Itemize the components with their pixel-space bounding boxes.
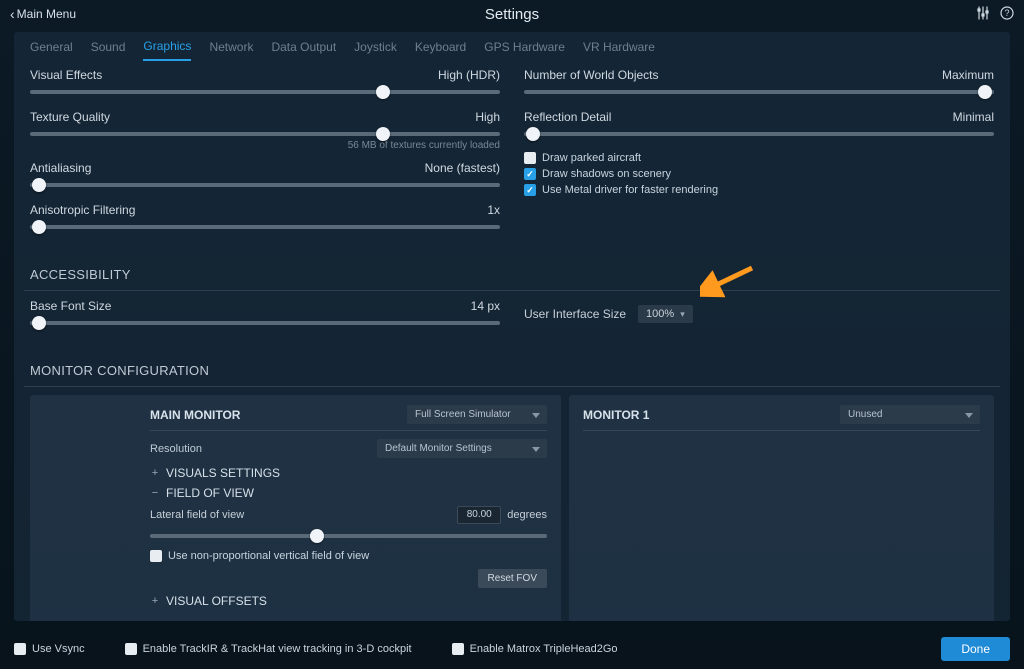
back-label: Main Menu [17,7,76,21]
accessibility-heading: ACCESSIBILITY [30,267,1000,282]
checkbox-icon [125,643,137,655]
reflection-value: Minimal [953,110,994,124]
ui-size-value: 100% [646,308,674,320]
settings-panel: General Sound Graphics Network Data Outp… [14,32,1010,621]
monitor-config-heading: MONITOR CONFIGURATION [30,363,1000,378]
done-button[interactable]: Done [941,637,1010,661]
page-title: Settings [485,6,539,23]
checkbox-icon [524,152,536,164]
reset-fov-button[interactable]: Reset FOV [478,569,547,588]
world-objects-value: Maximum [942,68,994,82]
draw-parked-check[interactable]: Draw parked aircraft [524,152,994,164]
vsync-label: Use Vsync [32,643,85,655]
ui-size-label: User Interface Size [524,307,626,321]
monitor-1-title: MONITOR 1 [583,408,649,422]
ui-size-dropdown[interactable]: 100% ▾ [638,305,693,323]
font-size-label: Base Font Size [30,299,111,313]
tab-graphics[interactable]: Graphics [143,33,191,61]
visual-effects-slider[interactable]: Visual Effects High (HDR) [30,68,500,100]
checkbox-icon [524,168,536,180]
font-size-slider[interactable]: Base Font Size 14 px [30,299,500,331]
trackir-check[interactable]: Enable TrackIR & TrackHat view tracking … [125,643,412,655]
nonprop-label: Use non-proportional vertical field of v… [168,550,369,562]
parked-label: Draw parked aircraft [542,152,641,164]
visuals-settings-expander[interactable]: + VISUALS SETTINGS [150,466,547,480]
nonprop-fov-check[interactable]: Use non-proportional vertical field of v… [150,550,547,562]
chevron-left-icon: ‹ [10,6,15,22]
settings-sliders-icon[interactable] [976,6,990,23]
resolution-label: Resolution [150,443,202,455]
tab-sound[interactable]: Sound [91,34,126,60]
svg-text:?: ? [1004,8,1009,18]
font-size-value: 14 px [471,299,500,313]
checkbox-icon [14,643,26,655]
help-icon[interactable]: ? [1000,6,1014,23]
resolution-select[interactable]: Default Monitor Settings [377,439,547,458]
plus-icon: + [150,467,160,479]
matrox-check[interactable]: Enable Matrox TripleHead2Go [452,643,618,655]
antialiasing-slider[interactable]: Antialiasing None (fastest) [30,161,500,193]
visual-offsets-expander[interactable]: + VISUAL OFFSETS [150,594,547,608]
anisotropic-value: 1x [487,203,500,217]
texture-quality-value: High [475,110,500,124]
trackir-label: Enable TrackIR & TrackHat view tracking … [143,643,412,655]
tab-gps-hardware[interactable]: GPS Hardware [484,34,565,60]
fov-expander[interactable]: − FIELD OF VIEW [150,486,547,500]
checkbox-icon [524,184,536,196]
visual-effects-value: High (HDR) [438,68,500,82]
monitor-1-card: MONITOR 1 Unused [569,395,994,621]
visual-offsets-label: VISUAL OFFSETS [166,594,267,608]
anisotropic-label: Anisotropic Filtering [30,203,135,217]
back-button[interactable]: ‹ Main Menu [10,6,76,22]
main-monitor-card: MAIN MONITOR Full Screen Simulator Resol… [30,395,561,621]
draw-shadows-check[interactable]: Draw shadows on scenery [524,168,994,180]
metal-label: Use Metal driver for faster rendering [542,184,718,196]
visuals-settings-label: VISUALS SETTINGS [166,466,280,480]
lateral-fov-unit: degrees [507,509,547,521]
plus-icon: + [150,595,160,607]
texture-quality-slider[interactable]: Texture QualityHigh 56 MB of textures cu… [30,110,500,151]
texture-quality-label: Texture Quality [30,110,110,124]
lateral-fov-slider[interactable] [150,528,547,544]
chevron-down-icon: ▾ [680,309,685,320]
tab-joystick[interactable]: Joystick [354,34,397,60]
checkbox-icon [150,550,162,562]
monitor-1-mode-select[interactable]: Unused [840,405,980,424]
world-objects-label: Number of World Objects [524,68,659,82]
settings-tabs: General Sound Graphics Network Data Outp… [24,32,1000,62]
world-objects-slider[interactable]: Number of World Objects Maximum [524,68,994,100]
main-monitor-mode-select[interactable]: Full Screen Simulator [407,405,547,424]
antialiasing-value: None (fastest) [425,161,500,175]
reflection-detail-slider[interactable]: Reflection Detail Minimal [524,110,994,142]
main-monitor-title: MAIN MONITOR [150,408,240,422]
reflection-label: Reflection Detail [524,110,611,124]
matrox-label: Enable Matrox TripleHead2Go [470,643,618,655]
antialiasing-label: Antialiasing [30,161,91,175]
tab-data-output[interactable]: Data Output [271,34,336,60]
visual-effects-label: Visual Effects [30,68,102,82]
tab-general[interactable]: General [30,34,73,60]
lateral-fov-label: Lateral field of view [150,509,244,521]
checkbox-icon [452,643,464,655]
lateral-fov-input[interactable]: 80.00 [457,506,501,524]
minus-icon: − [150,487,160,499]
tab-network[interactable]: Network [209,34,253,60]
metal-driver-check[interactable]: Use Metal driver for faster rendering [524,184,994,196]
vsync-check[interactable]: Use Vsync [14,643,85,655]
anisotropic-slider[interactable]: Anisotropic Filtering 1x [30,203,500,235]
shadows-label: Draw shadows on scenery [542,168,671,180]
tab-keyboard[interactable]: Keyboard [415,34,466,60]
fov-heading: FIELD OF VIEW [166,486,254,500]
tab-vr-hardware[interactable]: VR Hardware [583,34,655,60]
